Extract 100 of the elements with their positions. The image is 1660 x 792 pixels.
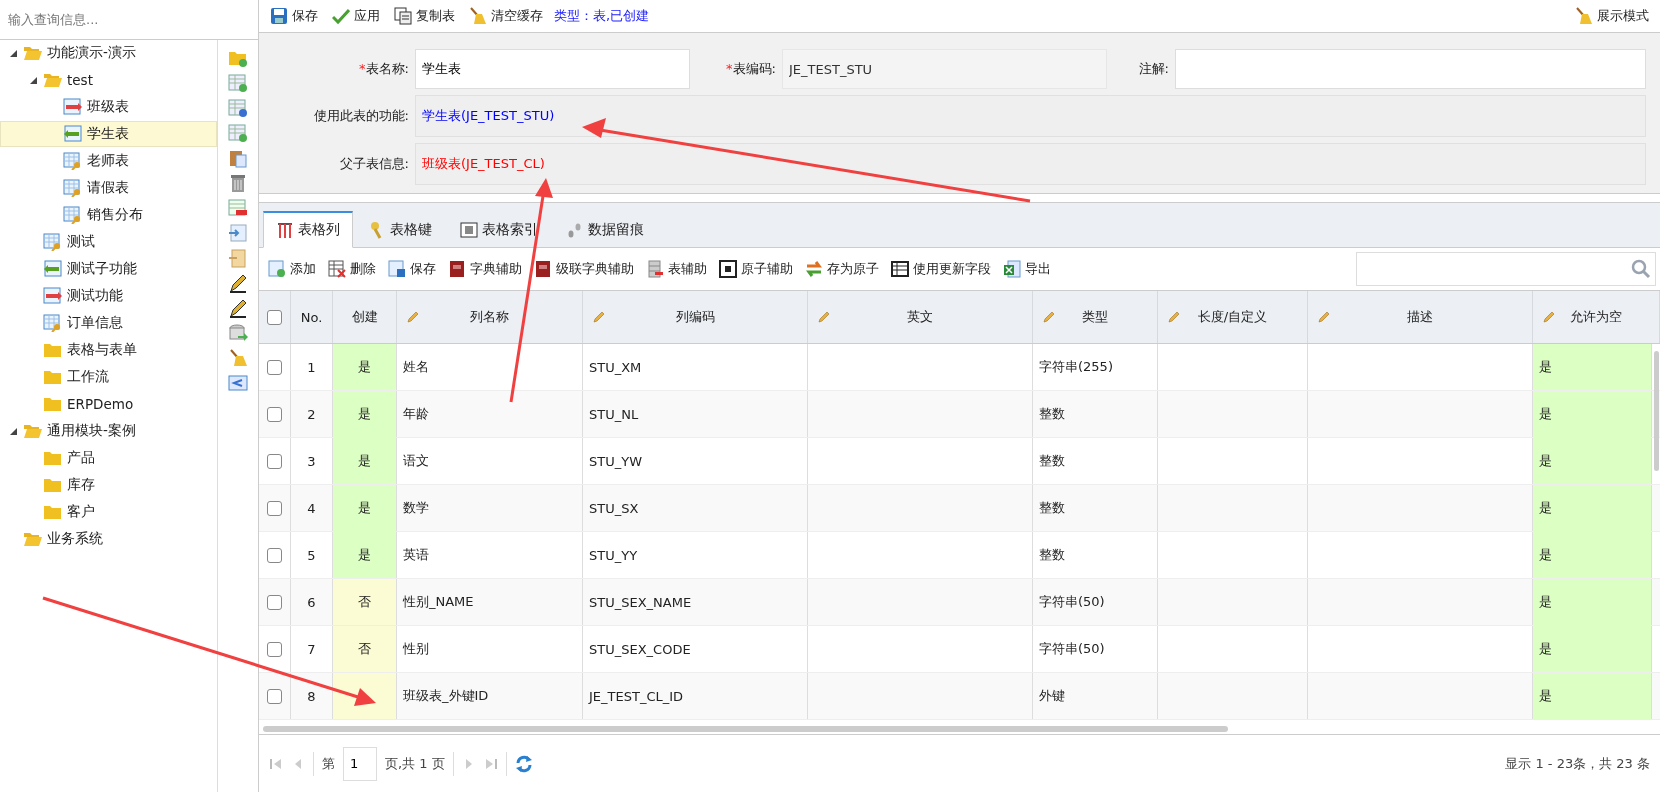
book-icon: [534, 260, 552, 278]
checkbox[interactable]: [267, 453, 282, 469]
checkbox[interactable]: [267, 500, 282, 516]
tree-item[interactable]: test: [0, 67, 217, 93]
table-add-icon[interactable]: [228, 98, 248, 118]
tab[interactable]: 表格列: [263, 211, 353, 248]
table-cell: 否: [333, 626, 397, 672]
tree-item[interactable]: 测试子功能: [0, 256, 217, 282]
table-cell: 英语: [397, 532, 583, 578]
mode-button[interactable]: 展示模式: [1570, 5, 1654, 27]
column-header[interactable]: 英文: [808, 291, 1033, 343]
clipboard-icon[interactable]: [228, 148, 248, 168]
collapse-arrow-icon[interactable]: [9, 426, 18, 436]
checkbox[interactable]: [267, 309, 282, 325]
last-page-icon[interactable]: [483, 756, 498, 771]
square-icon: [719, 260, 737, 278]
tree-item[interactable]: 客户: [0, 499, 217, 525]
tree-item[interactable]: 销售分布: [0, 202, 217, 228]
tree-item[interactable]: 请假表: [0, 175, 217, 201]
pencil-icon[interactable]: [228, 298, 248, 318]
tree-item[interactable]: ERPDemo: [0, 391, 217, 417]
tab[interactable]: 表格键: [355, 212, 445, 248]
toolbar-button[interactable]: 字典辅助: [443, 258, 527, 280]
tree-item[interactable]: 工作流: [0, 364, 217, 390]
tree-item[interactable]: 表格与表单: [0, 337, 217, 363]
tree-item[interactable]: 学生表: [0, 121, 217, 147]
tree-item[interactable]: 通用模块-案例: [0, 418, 217, 444]
table-cell: 姓名: [397, 344, 583, 390]
text-field[interactable]: 学生表: [415, 49, 690, 89]
toolbar-button[interactable]: 保存: [265, 5, 323, 27]
broom-icon[interactable]: [228, 348, 248, 368]
page-label: 第: [322, 754, 335, 773]
toolbar-button[interactable]: 删除: [323, 258, 381, 280]
table-remove-icon[interactable]: [228, 198, 248, 218]
toolbar-button[interactable]: 导出: [998, 258, 1056, 280]
link[interactable]: 学生表(JE_TEST_STU): [422, 107, 555, 125]
column-header[interactable]: 列名称: [397, 291, 583, 343]
checkbox[interactable]: [267, 594, 282, 610]
tree-item[interactable]: 班级表: [0, 94, 217, 120]
toolbar-button[interactable]: 添加: [263, 258, 321, 280]
scrollbar[interactable]: [263, 726, 1228, 732]
column-header[interactable]: 列编码: [583, 291, 808, 343]
collapse-arrow-icon[interactable]: [9, 48, 18, 58]
pencil-icon[interactable]: [228, 273, 248, 293]
table-cell: 性别: [397, 626, 583, 672]
trash-icon[interactable]: [228, 173, 248, 193]
checkbox[interactable]: [267, 359, 282, 375]
toolbar-button[interactable]: 使用更新字段: [886, 258, 996, 280]
refresh-icon[interactable]: [514, 754, 533, 773]
table-import-icon[interactable]: [228, 223, 248, 243]
table-add-icon[interactable]: [228, 73, 248, 93]
door-icon[interactable]: [228, 248, 248, 268]
column-header[interactable]: No.: [291, 291, 333, 343]
text-field[interactable]: JE_TEST_STU: [782, 49, 1107, 89]
checkbox[interactable]: [267, 406, 282, 422]
column-header[interactable]: 类型: [1033, 291, 1158, 343]
scrollbar[interactable]: [1654, 351, 1659, 471]
toolbar-button[interactable]: 存为原子: [800, 258, 884, 280]
column-header[interactable]: 描述: [1308, 291, 1533, 343]
first-page-icon[interactable]: [269, 756, 283, 771]
field-label: 父子表信息:: [338, 155, 409, 173]
tree-item[interactable]: 测试: [0, 229, 217, 255]
table-cell: 整数: [1033, 438, 1158, 484]
page-field[interactable]: 1: [343, 746, 377, 781]
column-header[interactable]: 创建: [333, 291, 397, 343]
column-header[interactable]: 长度/自定义: [1158, 291, 1308, 343]
tree-item[interactable]: 产品: [0, 445, 217, 471]
checkbox[interactable]: [267, 547, 282, 563]
toolbar-button[interactable]: 级联字典辅助: [529, 258, 639, 280]
table-cell: 是: [1533, 673, 1652, 719]
tree-item[interactable]: 订单信息: [0, 310, 217, 336]
tab[interactable]: 表格索引: [447, 212, 551, 248]
tree-item[interactable]: 库存: [0, 472, 217, 498]
tab[interactable]: 数据留痕: [553, 212, 657, 248]
server-icon: [646, 260, 664, 278]
pencil-icon: [1168, 311, 1180, 323]
toolbar-button[interactable]: 清空缓存: [464, 5, 548, 27]
collapse-arrow-icon[interactable]: [29, 75, 38, 85]
toolbar-button[interactable]: 复制表: [389, 5, 460, 27]
tree-item[interactable]: 测试功能: [0, 283, 217, 309]
tree-item[interactable]: 业务系统: [0, 526, 217, 552]
window-icon[interactable]: [228, 373, 248, 393]
column-header[interactable]: 允许为空: [1533, 291, 1660, 343]
search-field[interactable]: [1356, 252, 1656, 286]
table-cell: STU_YY: [583, 532, 808, 578]
toolbar-button[interactable]: 原子辅助: [714, 258, 798, 280]
toolbar-button[interactable]: 保存: [383, 258, 441, 280]
tree-item[interactable]: 功能演示-演示: [0, 40, 217, 66]
tree-item[interactable]: 老师表: [0, 148, 217, 174]
table-cell: 字符串(50): [1033, 626, 1158, 672]
pencil-icon: [1543, 311, 1555, 323]
table-add-icon[interactable]: [228, 123, 248, 143]
text-field[interactable]: [1175, 49, 1646, 89]
table-cell: STU_YW: [583, 438, 808, 484]
toolbar-button[interactable]: 应用: [327, 5, 385, 27]
swap-icon: [805, 260, 823, 278]
toolbar-button[interactable]: 表辅助: [641, 258, 712, 280]
database-icon[interactable]: [228, 323, 248, 343]
checkbox[interactable]: [267, 688, 282, 704]
checkbox[interactable]: [267, 641, 282, 657]
